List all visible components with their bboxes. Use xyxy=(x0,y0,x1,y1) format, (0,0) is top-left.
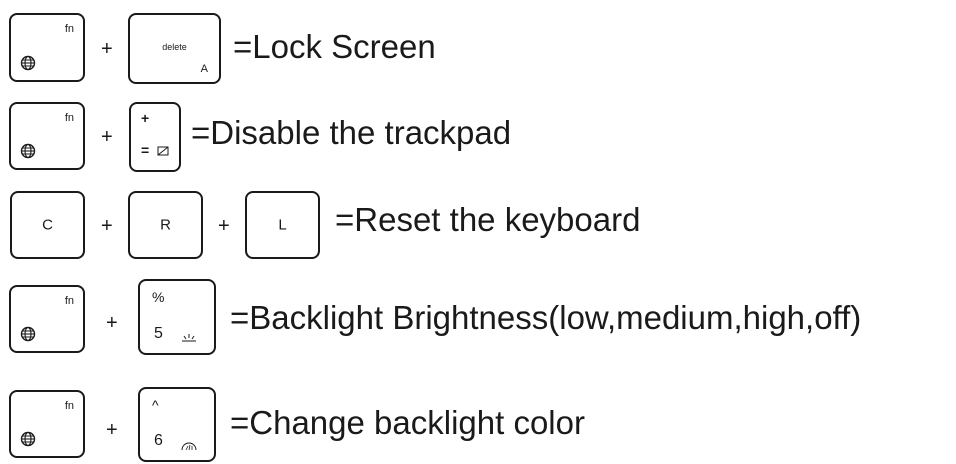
globe-icon xyxy=(20,55,36,71)
fn-key: fn xyxy=(9,13,85,82)
plus-sign: + xyxy=(106,419,118,441)
plus-sign: + xyxy=(101,215,113,237)
plus-symbol: + xyxy=(141,110,150,126)
fn-key: fn xyxy=(9,390,85,458)
key-label: R xyxy=(160,216,171,234)
number-label: 5 xyxy=(154,325,163,342)
plus-sign: + xyxy=(101,38,113,60)
shortcut-description: =Lock Screen xyxy=(233,28,436,65)
trackpad-key: + = xyxy=(129,102,181,172)
backlight-color-icon xyxy=(181,442,197,451)
globe-icon xyxy=(20,143,36,159)
number-label: 6 xyxy=(154,432,163,449)
r-key: R xyxy=(128,191,203,259)
delete-label: delete xyxy=(162,42,187,52)
fn-label: fn xyxy=(64,112,74,124)
lock-symbol: A xyxy=(200,63,208,75)
trackpad-off-icon xyxy=(157,146,169,156)
c-key: C xyxy=(10,191,85,259)
fn-label: fn xyxy=(64,23,74,35)
fn-key: fn xyxy=(9,285,85,353)
l-key: L xyxy=(245,191,320,259)
backlight-brightness-icon xyxy=(182,334,196,342)
shortcut-description: =Reset the keyboard xyxy=(335,201,641,238)
plus-sign: + xyxy=(101,126,113,148)
fn-label: fn xyxy=(64,400,74,412)
shortcut-description: =Disable the trackpad xyxy=(191,114,512,151)
globe-icon xyxy=(20,431,36,447)
key-label: L xyxy=(278,216,287,234)
globe-icon xyxy=(20,326,36,342)
plus-sign: + xyxy=(106,312,118,334)
six-key: ^ 6 xyxy=(138,387,216,462)
caret-symbol: ^ xyxy=(152,397,159,413)
plus-sign: + xyxy=(218,215,230,237)
key-label: C xyxy=(42,216,53,234)
equals-symbol: = xyxy=(141,142,150,158)
shortcut-description: =Backlight Brightness(low,medium,high,of… xyxy=(230,299,862,336)
fn-key: fn xyxy=(9,102,85,170)
shortcut-description: =Change backlight color xyxy=(230,404,585,441)
percent-symbol: % xyxy=(152,289,165,305)
delete-key: delete A xyxy=(128,13,221,84)
fn-label: fn xyxy=(64,295,74,307)
five-key: % 5 xyxy=(138,279,216,355)
